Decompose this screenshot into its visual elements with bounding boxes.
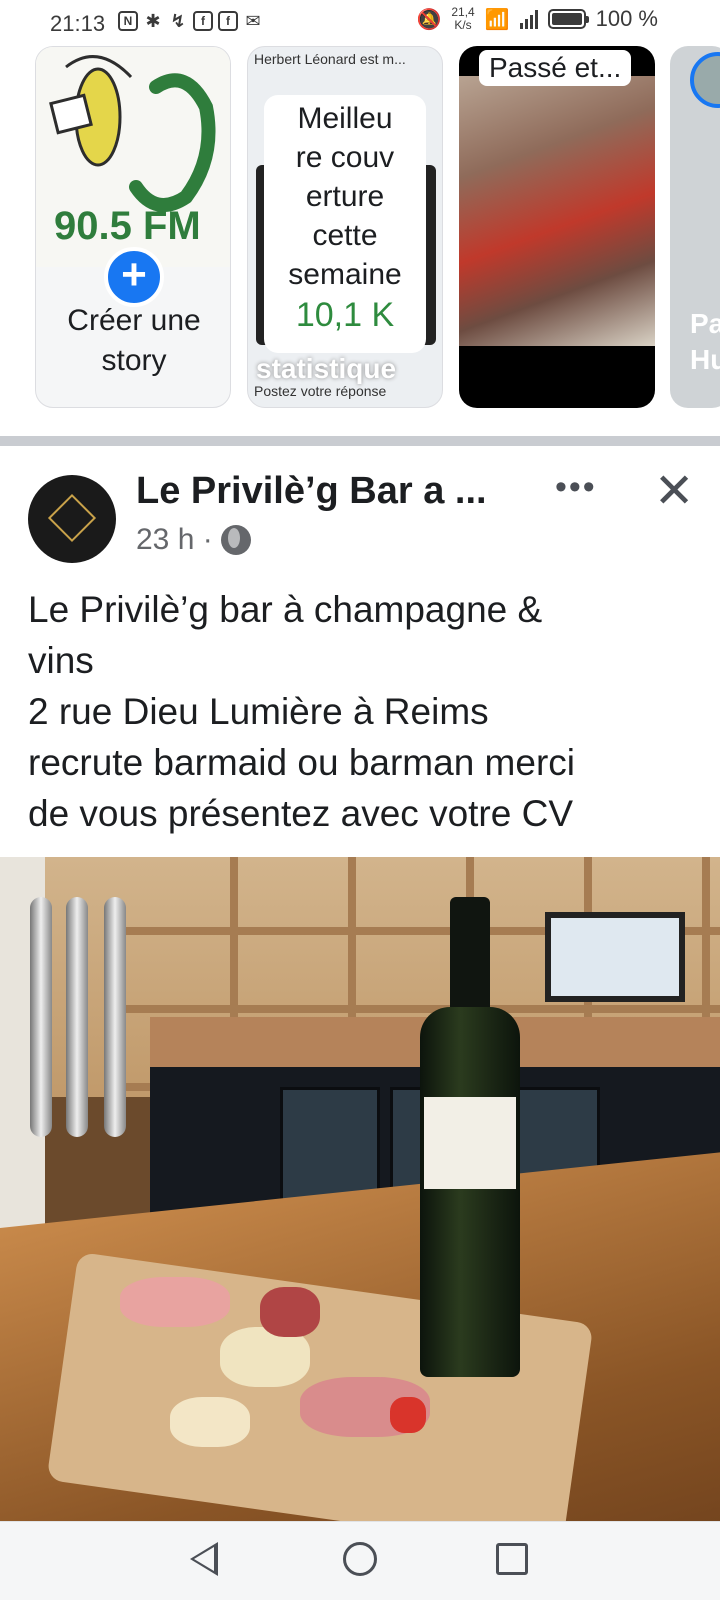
- signal-icon: [519, 9, 538, 29]
- story-2-card-value: 10,1 K: [295, 296, 395, 334]
- story-4-text: Pa Hu: [690, 308, 720, 375]
- create-story-label: Créer une story: [67, 304, 201, 377]
- radio-cigale-logo: 90.5 FM: [36, 47, 230, 267]
- bluetooth-icon: ✱: [145, 11, 161, 31]
- battery-fill: [551, 13, 582, 25]
- mute-icon: 🔕: [416, 8, 442, 31]
- globe-icon: [220, 525, 251, 555]
- wifi-icon: 📶: [484, 8, 510, 31]
- missed-call-icon: ↯: [170, 11, 186, 31]
- story-2-stat-label: statistique: [256, 353, 397, 384]
- story-2-card-text: Meilleu re couv erture cette semaine: [288, 102, 402, 291]
- story-card-3[interactable]: Passé et...: [459, 46, 655, 408]
- back-icon[interactable]: [190, 1542, 218, 1576]
- stories-tray: 90.5 FM + Créer une story Herbert Léonar…: [0, 46, 720, 418]
- system-icons: 🔕 21,4 K/s 📶 100 %: [416, 6, 658, 32]
- story-3-title: Passé et...: [479, 50, 632, 86]
- status-bar: 21:13 N ✱ ↯ f f ✉ 🔕 21,4 K/s 📶 100 %: [0, 0, 720, 46]
- messenger-icon: ✉: [245, 11, 261, 31]
- story-card-4[interactable]: Pa Hu: [670, 46, 720, 408]
- battery-percent: 100 %: [595, 6, 658, 31]
- system-nav-bar: [0, 1521, 720, 1600]
- post-page-name[interactable]: Le Privilè’g Bar a ...: [136, 470, 487, 513]
- bottle-body: [420, 1007, 520, 1377]
- post-photo[interactable]: [0, 857, 720, 1521]
- photo-tap: [104, 897, 126, 1137]
- photo-pos-screen: [545, 912, 685, 1002]
- notification-icons: N ✱ ↯ f f ✉: [118, 11, 263, 31]
- photo-beer-taps: [30, 897, 160, 1137]
- battery-icon: [547, 9, 589, 29]
- photo-cheese: [170, 1397, 250, 1447]
- page-logo-icon: [47, 493, 97, 543]
- photo-tap: [66, 897, 88, 1137]
- story-card-2[interactable]: Herbert Léonard est m... Meilleu re couv…: [247, 46, 443, 408]
- home-icon[interactable]: [343, 1542, 377, 1576]
- profile-cover-image: 90.5 FM: [36, 47, 230, 267]
- post-meta: 23 h ·: [136, 523, 251, 557]
- photo-champagne-bottle: [420, 897, 520, 1377]
- post-time[interactable]: 23 h ·: [136, 523, 213, 557]
- photo-tomato: [390, 1397, 426, 1433]
- nfc-icon: N: [118, 11, 138, 31]
- photo-ham: [120, 1277, 230, 1327]
- story-2-bottom-text: Postez votre réponse: [254, 383, 387, 399]
- bottle-neck: [450, 897, 490, 1017]
- svg-text:90.5 FM: 90.5 FM: [54, 204, 201, 248]
- story-3-image: [459, 76, 655, 346]
- story-4-avatar: [690, 52, 720, 108]
- photo-tap: [30, 897, 52, 1137]
- facebook-icon: f: [193, 11, 213, 31]
- story-2-top-text: Herbert Léonard est m...: [254, 51, 406, 67]
- add-story-plus-icon[interactable]: +: [104, 247, 164, 307]
- status-time: 21:13: [50, 11, 106, 36]
- photo-saucisson: [260, 1287, 320, 1337]
- bottle-label: [424, 1097, 516, 1189]
- create-story-card[interactable]: 90.5 FM + Créer une story: [35, 46, 231, 408]
- recent-apps-icon[interactable]: [496, 1543, 528, 1575]
- network-speed: 21,4 K/s: [451, 5, 475, 32]
- page-avatar[interactable]: [28, 475, 116, 563]
- facebook-icon: f: [218, 11, 238, 31]
- post-text: Le Privilè’g bar à champagne & vins 2 ru…: [28, 589, 575, 834]
- hide-post-button[interactable]: ✕: [654, 468, 694, 516]
- more-options-button[interactable]: •••: [555, 470, 597, 504]
- story-2-stat-card: Meilleu re couv erture cette semaine 10,…: [264, 95, 426, 353]
- feed-divider: [0, 436, 720, 446]
